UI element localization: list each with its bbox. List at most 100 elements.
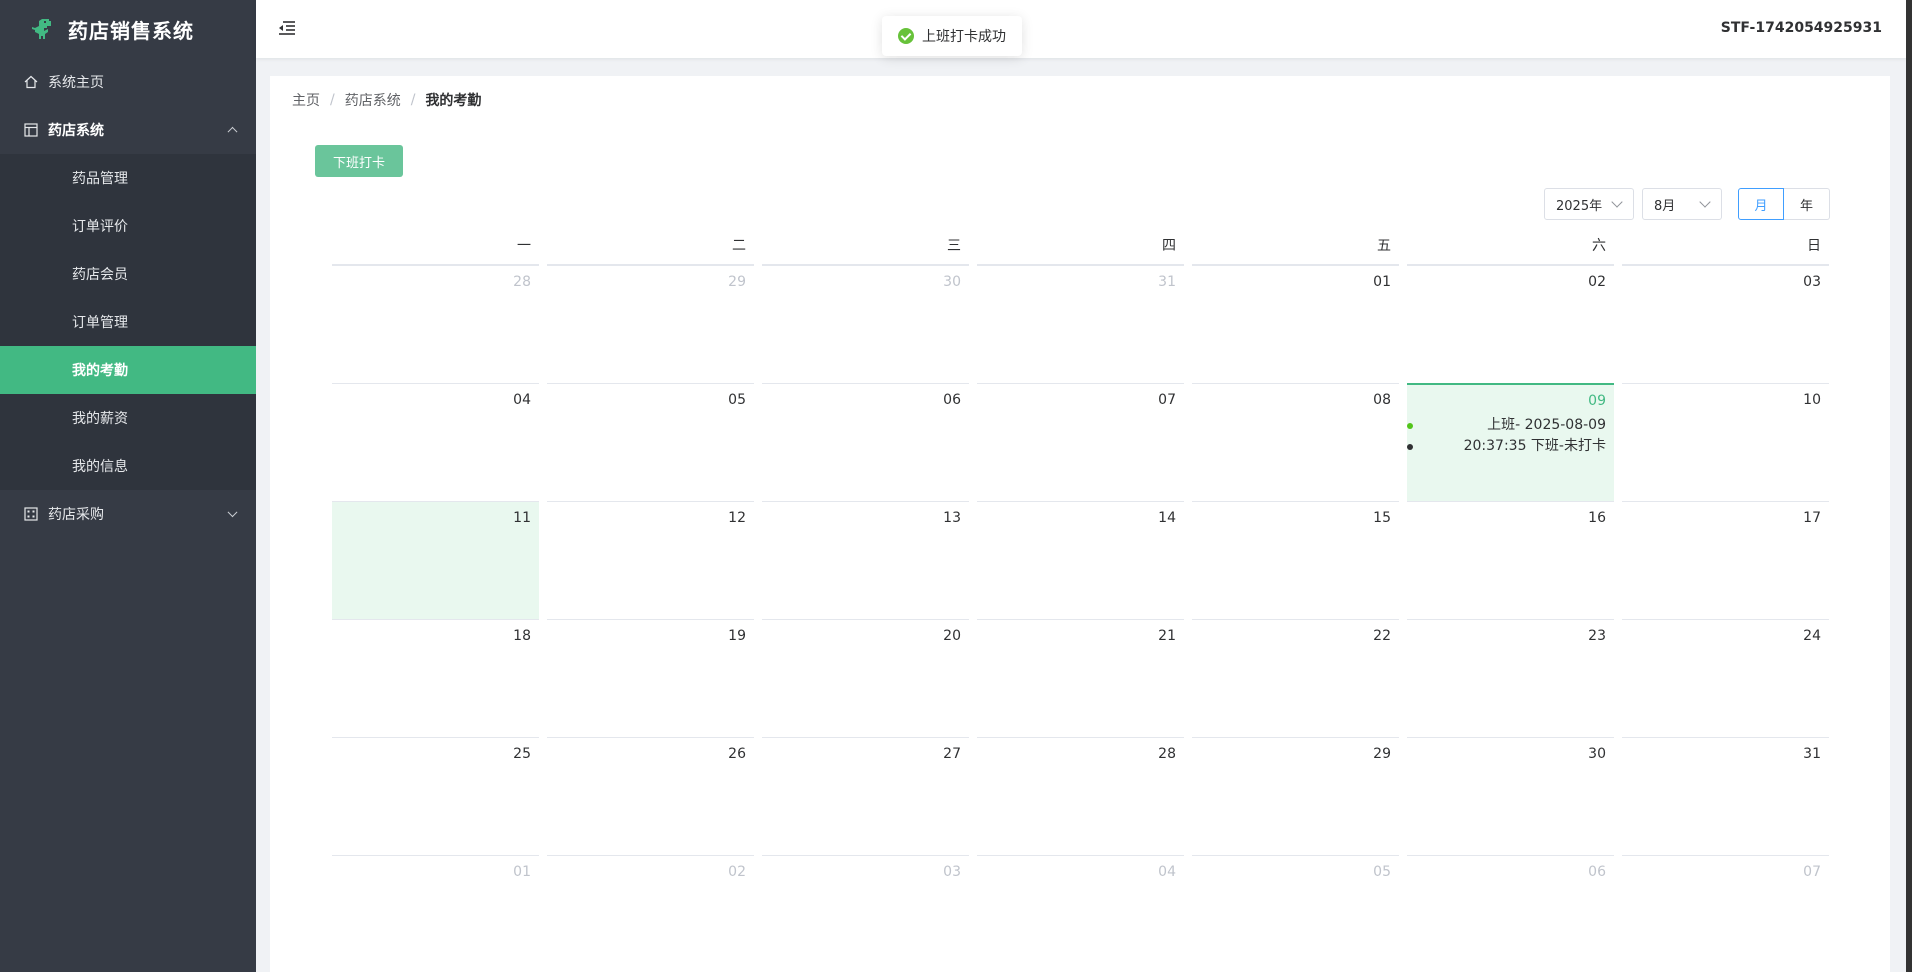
chevron-down-icon — [1699, 196, 1711, 208]
sidebar-item-label: 系统主页 — [48, 75, 104, 91]
calendar-day[interactable]: 31 — [1622, 737, 1829, 855]
year-select[interactable]: 2025年 — [1544, 188, 1634, 220]
sidebar-group-label: 药店系统 — [48, 123, 104, 139]
menu-fold-icon[interactable] — [278, 20, 296, 36]
sidebar-item-drug-management[interactable]: 药品管理 — [0, 154, 256, 202]
sidebar-group-purchasing[interactable]: 药店采购 — [0, 490, 256, 538]
calendar-day[interactable]: 01 — [1192, 265, 1399, 383]
calendar-day[interactable]: 29 — [1192, 737, 1399, 855]
month-select-value: 8月 — [1654, 198, 1676, 214]
calendar-day[interactable]: 25 — [332, 737, 539, 855]
breadcrumb-home[interactable]: 主页 — [292, 90, 320, 110]
attendance-events: 上班- 2025-08-09 20:37:35 下班-未打卡 — [1407, 415, 1606, 457]
calendar-day[interactable]: 05 — [1192, 855, 1399, 972]
calendar-day[interactable]: 05 — [547, 383, 754, 501]
chevron-down-icon — [1611, 196, 1623, 208]
home-icon — [24, 75, 38, 89]
weekday-label: 日 — [1622, 237, 1829, 265]
breadcrumb: 主页 / 药店系统 / 我的考勤 — [292, 90, 481, 110]
sidebar: 药店销售系统 系统主页 药店系统 药品管理 订单评价 药店会员 订单管理 我的考… — [0, 0, 256, 972]
user-id-label[interactable]: STF-1742054925931 — [1721, 20, 1882, 36]
year-mode-button[interactable]: 年 — [1784, 188, 1830, 220]
view-mode-toggle: 月 年 — [1738, 188, 1830, 220]
sidebar-item-label: 我的信息 — [72, 459, 128, 475]
sidebar-group-label: 药店采购 — [48, 507, 104, 523]
sidebar-item-my-salary[interactable]: 我的薪资 — [0, 394, 256, 442]
calendar-day[interactable]: 19 — [547, 619, 754, 737]
dinosaur-logo-icon — [32, 19, 51, 39]
calendar-week: 18 19 20 21 22 23 24 — [332, 619, 1840, 737]
calendar-day[interactable]: 28 — [332, 265, 539, 383]
calendar-week: 01 02 03 04 05 06 07 — [332, 855, 1840, 972]
calendar-day[interactable]: 29 — [547, 265, 754, 383]
layout-icon — [24, 123, 38, 137]
month-select[interactable]: 8月 — [1642, 188, 1722, 220]
calendar-day[interactable]: 08 — [1192, 383, 1399, 501]
calendar-day[interactable]: 30 — [1407, 737, 1614, 855]
clock-out-button[interactable]: 下班打卡 — [315, 145, 403, 177]
sidebar-item-label: 药店会员 — [72, 267, 128, 283]
calendar-day[interactable]: 15 — [1192, 501, 1399, 619]
attendance-calendar: 一 二 三 四 五 六 日 28 29 30 31 01 02 03 04 05… — [332, 237, 1840, 972]
calendar-day[interactable]: 30 — [762, 265, 969, 383]
sidebar-submenu-pharmacy: 药品管理 订单评价 药店会员 订单管理 我的考勤 我的薪资 我的信息 — [0, 154, 256, 490]
calendar-day[interactable]: 06 — [1407, 855, 1614, 972]
calendar-day[interactable]: 03 — [1622, 265, 1829, 383]
sidebar-item-my-attendance[interactable]: 我的考勤 — [0, 346, 256, 394]
sidebar-item-home[interactable]: 系统主页 — [0, 58, 256, 106]
calendar-day[interactable]: 18 — [332, 619, 539, 737]
chevron-down-icon — [227, 507, 238, 518]
weekday-label: 三 — [762, 237, 969, 265]
calendar-day[interactable]: 02 — [1407, 265, 1614, 383]
calendar-day[interactable]: 04 — [977, 855, 1184, 972]
calendar-day[interactable]: 21 — [977, 619, 1184, 737]
calendar-day[interactable]: 23 — [1407, 619, 1614, 737]
sidebar-item-my-info[interactable]: 我的信息 — [0, 442, 256, 490]
calendar-day[interactable]: 07 — [977, 383, 1184, 501]
calendar-day[interactable]: 04 — [332, 383, 539, 501]
calendar-day[interactable]: 03 — [762, 855, 969, 972]
calendar-day[interactable]: 27 — [762, 737, 969, 855]
sidebar-item-label: 药品管理 — [72, 171, 128, 187]
calendar-day[interactable]: 31 — [977, 265, 1184, 383]
calendar-day[interactable]: 02 — [547, 855, 754, 972]
toast-message: 上班打卡成功 — [922, 29, 1006, 45]
breadcrumb-pharmacy[interactable]: 药店系统 — [345, 90, 401, 110]
calendar-day[interactable]: 12 — [547, 501, 754, 619]
brand: 药店销售系统 — [0, 0, 256, 58]
calendar-day[interactable]: 17 — [1622, 501, 1829, 619]
sidebar-item-members[interactable]: 药店会员 — [0, 250, 256, 298]
calendar-day[interactable]: 16 — [1407, 501, 1614, 619]
year-select-value: 2025年 — [1556, 198, 1603, 214]
calendar-day[interactable]: 26 — [547, 737, 754, 855]
sidebar-item-order-management[interactable]: 订单管理 — [0, 298, 256, 346]
breadcrumb-current: 我的考勤 — [425, 93, 482, 109]
calendar-day[interactable]: 01 — [332, 855, 539, 972]
calendar-day-today[interactable]: 09 上班- 2025-08-09 20:37:35 下班-未打卡 — [1407, 383, 1614, 501]
main-panel: 主页 / 药店系统 / 我的考勤 下班打卡 2025年 8月 月 年 一 二 三… — [270, 76, 1890, 972]
calendar-day[interactable]: 14 — [977, 501, 1184, 619]
calendar-day-selected[interactable]: 11 — [332, 501, 539, 619]
month-mode-button[interactable]: 月 — [1738, 188, 1784, 220]
calendar-week: 25 26 27 28 29 30 31 — [332, 737, 1840, 855]
sidebar-item-order-reviews[interactable]: 订单评价 — [0, 202, 256, 250]
clock-in-event: 上班- 2025-08-09 — [1407, 415, 1606, 436]
calendar-week: 04 05 06 07 08 09 上班- 2025-08-09 20:37:3… — [332, 383, 1840, 501]
clock-out-event: 20:37:35 下班-未打卡 — [1407, 436, 1606, 457]
window-edge — [1906, 0, 1912, 972]
check-circle-icon — [898, 28, 914, 44]
sidebar-item-label: 我的考勤 — [72, 363, 128, 379]
sidebar-item-label: 订单管理 — [72, 315, 128, 331]
calendar-day[interactable]: 06 — [762, 383, 969, 501]
weekday-label: 二 — [547, 237, 754, 265]
calendar-day[interactable]: 13 — [762, 501, 969, 619]
calendar-day[interactable]: 22 — [1192, 619, 1399, 737]
calendar-day[interactable]: 24 — [1622, 619, 1829, 737]
weekday-label: 六 — [1407, 237, 1614, 265]
calendar-day[interactable]: 20 — [762, 619, 969, 737]
calendar-day[interactable]: 28 — [977, 737, 1184, 855]
calendar-day[interactable]: 07 — [1622, 855, 1829, 972]
sidebar-group-pharmacy[interactable]: 药店系统 — [0, 106, 256, 154]
sidebar-item-label: 订单评价 — [72, 219, 128, 235]
calendar-day[interactable]: 10 — [1622, 383, 1829, 501]
